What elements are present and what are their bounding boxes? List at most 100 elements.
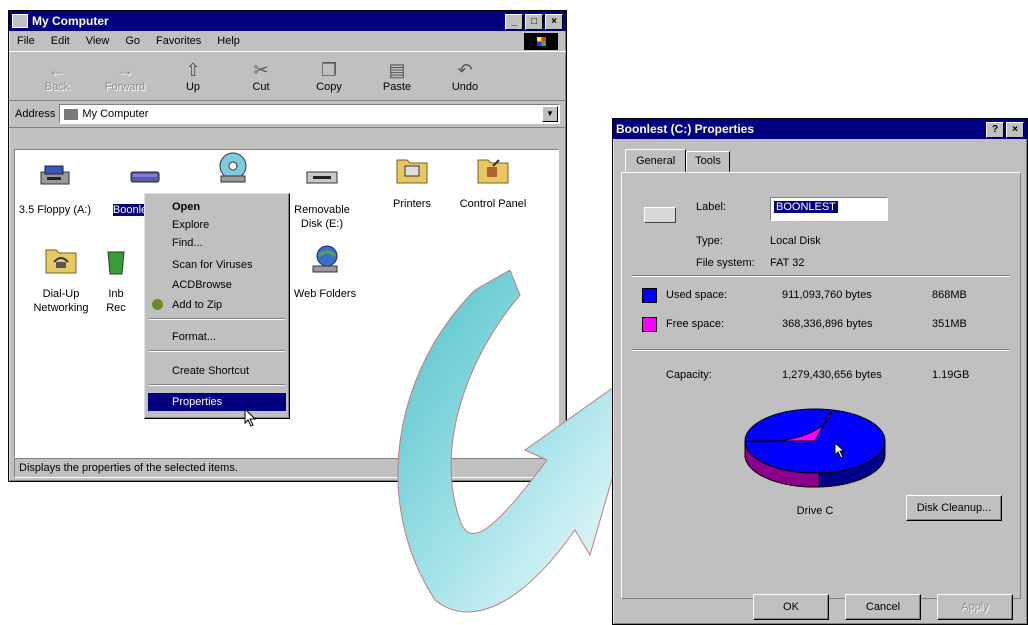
- ctx-separator: [149, 384, 285, 386]
- printers-folder-icon: [396, 159, 428, 184]
- address-bar: Address My Computer ▼: [9, 101, 566, 128]
- menu-favorites[interactable]: Favorites: [156, 35, 201, 47]
- windows-logo-icon: [524, 33, 558, 50]
- forward-button[interactable]: → Forward: [93, 54, 157, 98]
- ctx-find[interactable]: Find...: [148, 234, 286, 252]
- divider: [632, 275, 1010, 277]
- copy-button[interactable]: ❐ Copy: [297, 54, 361, 98]
- free-bytes: 368,336,896 bytes: [782, 318, 873, 330]
- disk-usage-pie: [744, 408, 886, 488]
- type-caption: Type:: [696, 235, 723, 247]
- tab-general[interactable]: General: [625, 149, 687, 172]
- paste-icon: ▤: [388, 60, 406, 80]
- dialog-title: Boonlest (C:) Properties: [616, 122, 755, 136]
- context-menu: Open Explore Find... Scan for Viruses AC…: [144, 193, 290, 419]
- web-folders-icon: [312, 245, 338, 273]
- explorer-title: My Computer: [32, 14, 109, 28]
- cd-drive-icon: [219, 152, 247, 183]
- help-button[interactable]: ?: [986, 122, 1004, 138]
- used-caption: Used space:: [666, 289, 728, 301]
- dialup-networking-icon: [45, 249, 77, 274]
- ctx-open[interactable]: Open: [148, 198, 286, 216]
- ctx-separator: [149, 318, 285, 320]
- floppy-drive-item[interactable]: 3.5 Floppy (A:): [10, 158, 100, 217]
- apply-button[interactable]: Apply: [937, 594, 1013, 620]
- scissors-icon: ✂: [253, 60, 269, 80]
- my-computer-icon: [12, 14, 28, 28]
- ctx-properties[interactable]: Properties: [148, 393, 286, 411]
- general-panel: Label: BOONLEST Type: Local Disk File sy…: [621, 172, 1021, 599]
- free-space-swatch: [642, 317, 657, 332]
- ctx-format[interactable]: Format...: [148, 328, 286, 346]
- maximize-button[interactable]: □: [525, 14, 543, 30]
- control-panel-icon: [477, 159, 509, 184]
- dialog-tabs: General Tools: [625, 149, 730, 172]
- removable-disk-item[interactable]: Removable Disk (E:): [277, 158, 367, 231]
- dialog-close-button[interactable]: ×: [1006, 122, 1024, 138]
- menu-file[interactable]: File: [17, 35, 35, 47]
- fs-value: FAT 32: [770, 257, 805, 269]
- up-folder-icon: ⇧: [185, 60, 201, 80]
- printers-item[interactable]: Printers: [367, 152, 457, 211]
- paste-button[interactable]: ▤ Paste: [365, 54, 429, 98]
- undo-icon: ↶: [457, 60, 473, 80]
- removable-disk-icon: [306, 171, 338, 184]
- type-value: Local Disk: [770, 235, 821, 247]
- dialog-titlebar[interactable]: Boonlest (C:) Properties ? ×: [613, 119, 1027, 139]
- label-caption: Label:: [696, 201, 726, 213]
- cancel-button[interactable]: Cancel: [845, 594, 921, 620]
- ok-button[interactable]: OK: [753, 594, 829, 620]
- undo-button[interactable]: ↶ Undo: [433, 54, 497, 98]
- zip-icon: [152, 299, 163, 310]
- close-button[interactable]: ×: [545, 14, 563, 30]
- menu-help[interactable]: Help: [217, 35, 240, 47]
- ctx-create-shortcut[interactable]: Create Shortcut: [148, 362, 286, 380]
- web-folders-item[interactable]: Web Folders: [280, 242, 370, 301]
- capacity-caption: Capacity:: [666, 369, 712, 381]
- capacity-size: 1.19GB: [932, 369, 970, 381]
- recycle-bin-icon: [107, 251, 125, 275]
- label-input[interactable]: BOONLEST: [770, 197, 888, 221]
- ctx-scan-viruses[interactable]: Scan for Viruses: [148, 256, 286, 274]
- address-value: My Computer: [82, 108, 149, 120]
- used-size: 868MB: [932, 289, 967, 301]
- control-panel-item[interactable]: Control Panel: [448, 152, 538, 211]
- mouse-cursor-icon: [244, 408, 257, 427]
- free-caption: Free space:: [666, 318, 725, 330]
- minimize-button[interactable]: _: [505, 14, 523, 30]
- used-bytes: 911,093,760 bytes: [782, 289, 872, 301]
- free-size: 351MB: [932, 318, 967, 330]
- drive-icon: [644, 207, 676, 223]
- recycle-item[interactable]: Inb Rec: [91, 242, 141, 315]
- address-dropdown-button[interactable]: ▼: [542, 106, 558, 122]
- forward-arrow-icon: →: [116, 60, 134, 80]
- up-button[interactable]: ⇧ Up: [161, 54, 225, 98]
- menu-edit[interactable]: Edit: [51, 35, 70, 47]
- menu-go[interactable]: Go: [125, 35, 140, 47]
- copy-icon: ❐: [320, 60, 338, 80]
- ctx-explore[interactable]: Explore: [148, 216, 286, 234]
- disk-cleanup-button[interactable]: Disk Cleanup...: [906, 495, 1002, 521]
- cut-button[interactable]: ✂ Cut: [229, 54, 293, 98]
- ctx-add-to-zip[interactable]: Add to Zip: [148, 296, 286, 314]
- menu-view[interactable]: View: [86, 35, 110, 47]
- ctx-add-to-zip-label: Add to Zip: [172, 299, 223, 311]
- label-value: BOONLEST: [774, 201, 838, 213]
- toolbar: ← Back → Forward ⇧ Up ✂ Cut ❐ Copy ▤ Paste ↶ Un…: [9, 51, 566, 101]
- menu-bar: File Edit View Go Favorites Help: [9, 31, 566, 51]
- explorer-titlebar[interactable]: My Computer _ □ ×: [9, 11, 566, 31]
- back-arrow-icon: ←: [48, 60, 66, 80]
- divider: [632, 349, 1010, 351]
- back-button[interactable]: ← Back: [25, 54, 89, 98]
- used-space-swatch: [642, 288, 657, 303]
- address-input[interactable]: My Computer ▼: [59, 104, 560, 124]
- hard-drive-icon: [130, 171, 160, 183]
- floppy-drive-icon: [40, 165, 70, 185]
- tab-tools[interactable]: Tools: [686, 151, 730, 172]
- drive-caption: Drive C: [796, 505, 834, 517]
- ctx-separator: [149, 350, 285, 352]
- address-label: Address: [15, 108, 56, 120]
- ctx-acdbrowse[interactable]: ACDBrowse: [148, 276, 286, 294]
- capacity-bytes: 1,279,430,656 bytes: [782, 369, 882, 381]
- cd-drive-item[interactable]: [188, 150, 278, 195]
